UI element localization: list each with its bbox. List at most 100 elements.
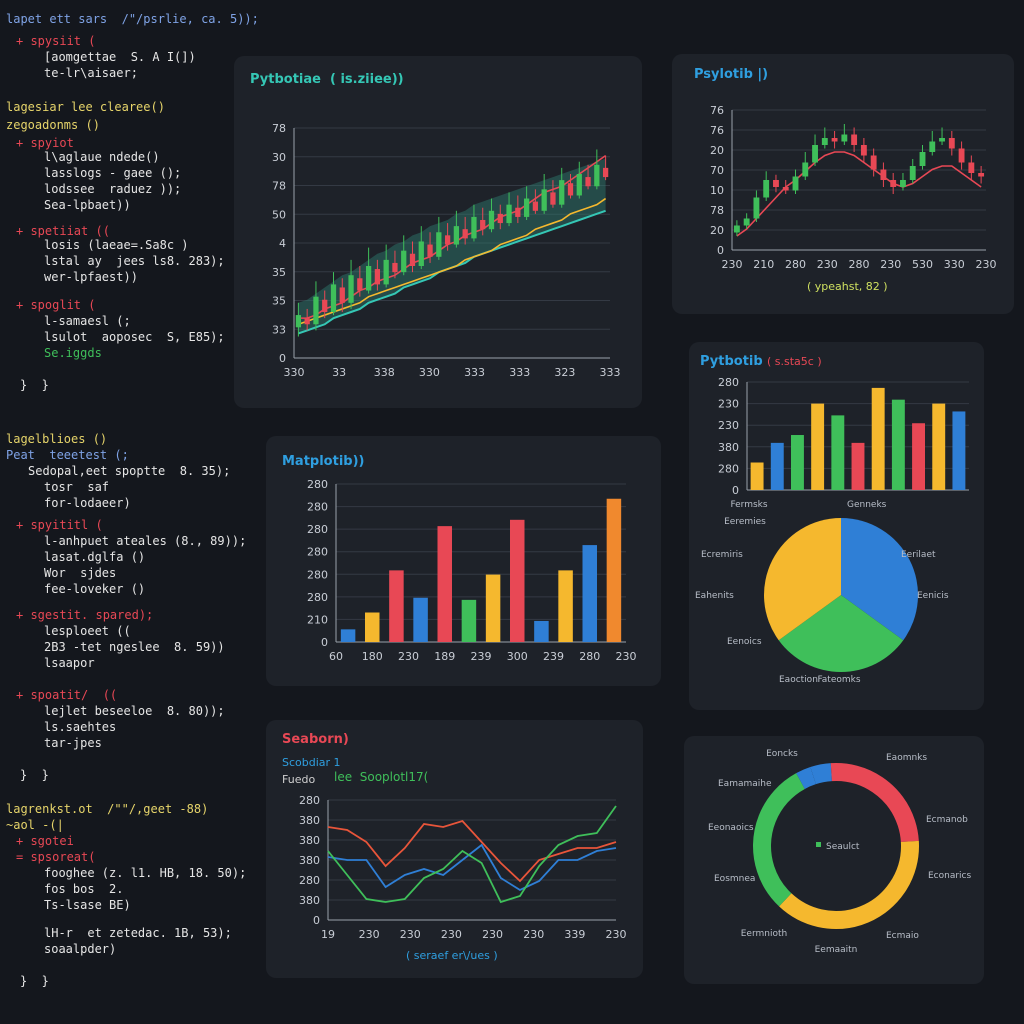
code-line: l-anhpuet ateales (8., 89));: [44, 534, 247, 548]
x-tick-label: 230: [616, 650, 637, 663]
bar: [912, 423, 926, 490]
y-tick-label: 380: [299, 814, 320, 827]
code-line: ~aol -(|: [6, 818, 64, 832]
candlestick-chart-panel[interactable]: Pytbotiae ( is.ziiee)) 78 30 78 50 4 35 35 33 0 3…: [234, 56, 642, 408]
candle-body: [365, 266, 372, 291]
code-line: + spetiiat ((: [16, 224, 110, 238]
code-line: lagrenkst.ot /""/,geet -88): [6, 802, 209, 816]
candle-body: [488, 210, 495, 230]
code-line: l-samaesl (;: [44, 314, 131, 328]
chart-footer: ( ypeahst, 82 ): [807, 280, 888, 293]
bar: [851, 442, 865, 490]
bar: [340, 629, 356, 642]
bar: [770, 442, 784, 490]
code-line: Wor sjdes: [44, 566, 117, 580]
y-tick-label: 35: [272, 295, 286, 308]
candle-body: [831, 138, 838, 142]
x-tick-label: 333: [600, 366, 621, 379]
candle-body: [550, 192, 556, 205]
bar: [534, 620, 549, 642]
code-line: ls.saehtes: [44, 720, 117, 734]
candle-body: [409, 253, 416, 266]
candle-body: [812, 145, 818, 163]
y-tick-label: 280: [307, 568, 328, 581]
y-tick-label: 380: [299, 854, 320, 867]
x-tick-label: 330: [284, 366, 305, 379]
bar: [891, 399, 905, 490]
candle-body: [471, 216, 477, 239]
code-line: } }: [20, 974, 49, 988]
candle-body: [576, 174, 582, 196]
x-tick-label: 230: [606, 928, 627, 941]
candle-body: [585, 177, 591, 187]
x-tick-label: 230: [482, 928, 503, 941]
candle-body: [532, 201, 539, 211]
legend-swatch: [816, 842, 821, 847]
candle-body: [733, 225, 740, 233]
x-tick-label: 189: [434, 650, 455, 663]
candle-body: [462, 229, 468, 239]
candle-body: [444, 235, 451, 245]
donut-label: Eermnioth: [741, 929, 787, 939]
code-line: } }: [20, 378, 49, 392]
candle-body: [773, 180, 779, 187]
code-line: fee-loveker (): [44, 582, 146, 596]
bar: [365, 612, 380, 642]
candle-body: [330, 284, 337, 312]
bar-pie-panel[interactable]: Pytbotib ( s.sta5c ) 280 230 230 380 280 0 Eer…: [689, 342, 984, 710]
code-line: lsaapor: [44, 656, 95, 670]
x-tick-label: 230: [976, 258, 997, 271]
candle-body: [968, 162, 975, 173]
code-line: + spoglit (: [16, 298, 96, 312]
code-line: Sedopal,eet spoptte 8. 35);: [28, 464, 231, 478]
x-tick-label: 323: [554, 366, 575, 379]
small-candlestick-panel[interactable]: Psylotib |) 76 76 20 70 10 78 20 0 230 210 280 230 2…: [672, 54, 1014, 314]
donut-chart-panel[interactable]: Seaulct Eoncks Eaomnks Eamamaihe Ecmanob Eeon…: [684, 736, 984, 984]
y-tick-label: 280: [718, 462, 739, 475]
y-tick-label: 10: [710, 184, 724, 197]
code-line: lsulot aoposec S, E85);: [44, 330, 225, 344]
donut-center-label: Seaulct: [826, 842, 860, 852]
candle-body: [295, 315, 302, 328]
bar: [811, 403, 825, 490]
pie-label: Fermsks: [730, 500, 767, 510]
candle-small-grid: [732, 109, 986, 251]
code-line: l\aglaue ndede(): [44, 150, 160, 164]
candle-body: [594, 164, 600, 187]
pie-label: Genneks: [847, 500, 887, 510]
candle-body: [427, 244, 433, 257]
x-tick-label: 333: [464, 366, 485, 379]
pie-label: Fateomks: [817, 675, 860, 685]
code-line: + spyititl (: [16, 518, 103, 532]
x-tick-label: 230: [817, 258, 838, 271]
y-tick-label: 230: [718, 419, 739, 432]
candle-body: [890, 180, 897, 187]
candle-body: [418, 241, 424, 266]
candle-body: [348, 275, 354, 303]
bar: [790, 435, 804, 490]
code-line: + spysiit (: [16, 34, 96, 48]
code-line: for-lodaeer): [44, 496, 131, 510]
seaborn-line-panel[interactable]: Seaborn) Scobdiar 1 Fuedo lee Sooplotl17…: [266, 720, 643, 978]
donut-label: Eaomnks: [886, 753, 927, 763]
candle-body: [821, 138, 828, 145]
y-tick-label: 20: [710, 144, 724, 157]
y-tick-label: 70: [710, 164, 724, 177]
candle-body: [958, 148, 965, 163]
code-line: tar-jpes: [44, 736, 102, 750]
y-tick-label: 230: [718, 398, 739, 411]
y-tick-label: 76: [710, 124, 724, 137]
y-tick-label: 280: [307, 478, 328, 491]
donut-chart: Seaulct Eoncks Eaomnks Eamamaihe Ecmanob Eeon…: [708, 749, 972, 955]
bar-chart-panel[interactable]: Matplotib)) 280 280 280 280 280 280 210 0 60 180 2…: [266, 436, 661, 686]
x-tick-label: 300: [507, 650, 528, 663]
y-tick-label: 280: [299, 874, 320, 887]
code-line: 2B3 -tet ngeslee 8. 59)): [44, 640, 225, 654]
candle-body: [802, 162, 809, 177]
candle-body: [851, 134, 858, 145]
y-tick-label: 280: [307, 591, 328, 604]
code-line: [aomgettae S. A I(]): [44, 50, 196, 64]
y-tick-label: 0: [717, 244, 724, 257]
candle-body: [339, 287, 345, 303]
bar-chart: 280 280 280 280 280 280 210 060 180 230 189 239 300 2…: [307, 478, 637, 663]
